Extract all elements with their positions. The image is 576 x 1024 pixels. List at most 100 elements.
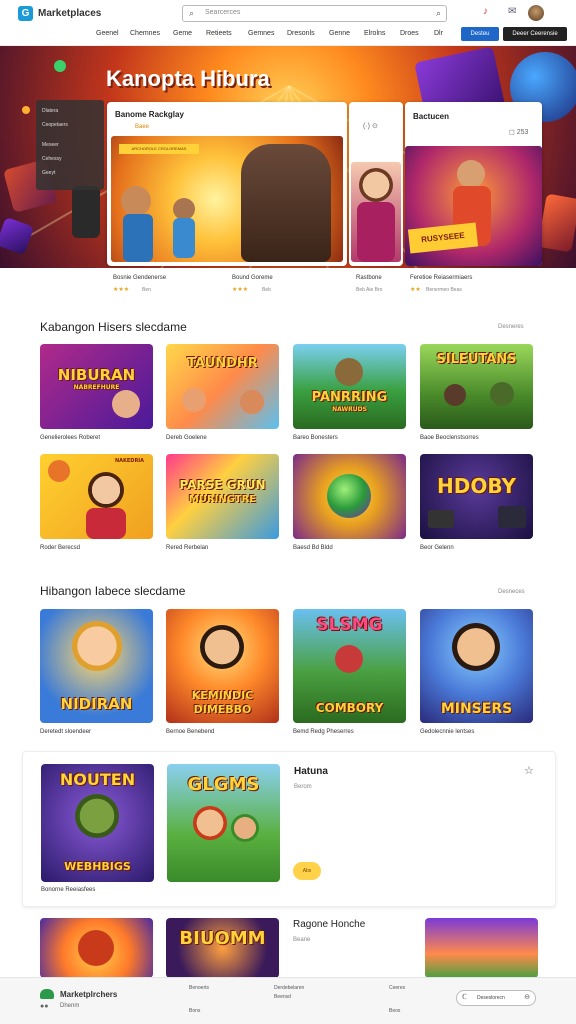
feature-pill-button[interactable]: Abs (293, 862, 321, 880)
featured-game-card[interactable]: Banome Rackglay Baee ARCHOROLE CROLOREMA… (107, 102, 347, 266)
nav-item[interactable]: Geenel (96, 30, 119, 37)
nav-item[interactable]: Retieets (206, 30, 232, 37)
panel-item[interactable]: Cehessy (42, 156, 61, 162)
game-card[interactable]: Bactucen ◻ 253 RUSYSEEE (405, 102, 542, 266)
tile-caption[interactable]: Genelierolees Roberet (40, 435, 100, 441)
tile-caption[interactable]: Deretedt sloendeer (40, 729, 91, 735)
nav-item[interactable]: Gemnes (248, 30, 274, 37)
panel-item[interactable]: Ceopetaers (42, 122, 68, 128)
character-figure (231, 814, 259, 842)
brand-name[interactable]: Marketplaces (38, 8, 101, 19)
game-tile[interactable]: NAKEDRIA (40, 454, 153, 539)
tile-caption[interactable]: Baesd Bd Bldd (293, 545, 333, 551)
hero-side-panel: Dlatera Ceopetaers Meseer Cehessy Geeyt (36, 100, 104, 190)
search-submit-icon[interactable]: ⌕ (436, 8, 441, 19)
footer-mark-icon: ●● (40, 1003, 49, 1010)
panel-item[interactable]: Geeyt (42, 170, 55, 176)
game-tile[interactable]: NIBURAN NABREFHURE (40, 344, 153, 429)
tile-art-title: KEMINDIC (191, 689, 254, 702)
tile-caption[interactable]: Bemd Redg Pheserres (293, 729, 354, 735)
footer-link[interactable]: Derdebelaren (274, 985, 304, 991)
nav-item[interactable]: Dresonls (287, 30, 315, 37)
notification-icon[interactable]: ♪ (483, 6, 488, 17)
nav-item[interactable]: Genne (329, 30, 350, 37)
footer-brand[interactable]: Marketplrchers (60, 990, 117, 999)
game-tile[interactable]: BIUOMM (166, 918, 279, 978)
game-tile[interactable]: NIDIRAN (40, 609, 153, 723)
globe-icon: ℂ (462, 994, 467, 1001)
hero-caption-title[interactable]: Bosnie Gendenerse (113, 275, 166, 281)
game-tile[interactable]: NOUTEN WEBHBIGS (41, 764, 154, 882)
game-card[interactable]: (·) ⊙ (349, 102, 403, 266)
tile-caption[interactable]: Bareo Bonesters (293, 435, 338, 441)
game-tile[interactable] (425, 918, 538, 978)
messages-icon[interactable]: ✉ (508, 6, 516, 17)
nav-item[interactable]: Dlr (434, 30, 443, 37)
hero-caption-title[interactable]: Rastbone (356, 275, 382, 281)
nav-item[interactable]: Elrolns (364, 30, 385, 37)
footer-link[interactable]: Beos (389, 1008, 400, 1014)
footer-link[interactable]: Ceeres (389, 985, 405, 991)
see-all-link[interactable]: Desneces (498, 589, 525, 595)
game-tile[interactable]: HDOBY (420, 454, 533, 539)
tile-art-title: NIBURAN (57, 366, 136, 384)
hero-caption-title[interactable]: Bound Goreme (232, 275, 273, 281)
see-all-link[interactable]: Desneres (498, 324, 524, 330)
nav-item[interactable]: Geme (173, 30, 192, 37)
tile-caption[interactable]: Rered Rerbelan (166, 545, 208, 551)
tile-art-title: GLGMS (187, 774, 260, 795)
footer-link[interactable]: Bons (189, 1008, 200, 1014)
tile-art-title: SILEUTANS (436, 352, 517, 367)
search-input[interactable]: ⌕ Searcerces ⌕ (182, 5, 447, 22)
tile-art-title: PANRRING (311, 390, 388, 405)
game-tile[interactable]: SLSMG COMBORY (293, 609, 406, 723)
game-tile[interactable]: PARSE GRUN MURINGTRE (166, 454, 279, 539)
avatar[interactable] (528, 5, 544, 21)
rating-stars: ★★★ (113, 287, 130, 293)
character-figure (123, 214, 153, 262)
footer-logo-icon[interactable] (40, 989, 54, 999)
game-tile[interactable] (40, 918, 153, 978)
game-tile[interactable] (293, 454, 406, 539)
primary-button[interactable]: Desteu (461, 27, 499, 41)
tile-caption[interactable]: Beor Gelenn (420, 545, 454, 551)
game-tile[interactable]: SILEUTANS (420, 344, 533, 429)
tile-caption[interactable]: Bonorne Reeiasfees (41, 887, 95, 893)
tile-caption[interactable]: Baoe Beoclenstsorres (420, 435, 479, 441)
footer-link[interactable]: Beensd (274, 994, 291, 1000)
app-logo-icon[interactable]: G (18, 6, 33, 21)
footer-language-button[interactable]: ℂ Deseslorecn ⊖ (456, 990, 536, 1006)
card-controls[interactable]: (·) ⊙ (363, 122, 378, 130)
tile-art-title: TAUNDHR (187, 356, 258, 371)
favorite-star-icon[interactable]: ☆ (524, 764, 534, 777)
character-figure (335, 645, 363, 673)
card-meta: ◻ 253 (509, 129, 529, 136)
list-subtitle: Beane (293, 937, 311, 943)
game-tile[interactable]: TAUNDHR (166, 344, 279, 429)
tile-caption[interactable]: Bernoe Benebend (166, 729, 214, 735)
character-figure (457, 160, 485, 188)
tile-caption[interactable]: Roder Berecsd (40, 545, 80, 551)
character-figure (182, 388, 206, 412)
account-button[interactable]: Deeer Ceerensie (503, 27, 567, 41)
nav-item[interactable]: Chemnes (130, 30, 160, 37)
featured-panel: NOUTEN WEBHBIGS Bonorne Reeiasfees GLGMS… (22, 751, 556, 907)
panel-item[interactable]: Meseer (42, 142, 59, 148)
dice-decoration-icon (537, 193, 576, 253)
controller-icon (498, 506, 526, 528)
tile-caption[interactable]: Gedolecnnie lentses (420, 729, 474, 735)
character-figure (72, 621, 122, 671)
panel-item[interactable]: Dlatera (42, 108, 58, 114)
game-tile[interactable]: GLGMS (167, 764, 280, 882)
game-tile[interactable]: KEMINDIC DIMEBBO (166, 609, 279, 723)
game-tile[interactable]: MINSERS (420, 609, 533, 723)
list-title: Ragone Honche (293, 919, 366, 930)
character-figure (112, 390, 140, 418)
character-figure (173, 218, 195, 258)
game-tile[interactable]: PANRRING NAWRUDS (293, 344, 406, 429)
tile-caption[interactable]: Dereb Goelene (166, 435, 207, 441)
card-subtitle: Baee (135, 124, 150, 130)
footer-link[interactable]: Benoerts (189, 985, 209, 991)
nav-item[interactable]: Droes (400, 30, 419, 37)
hero-caption-title[interactable]: Feretioe Reiasermiaers (410, 275, 472, 281)
